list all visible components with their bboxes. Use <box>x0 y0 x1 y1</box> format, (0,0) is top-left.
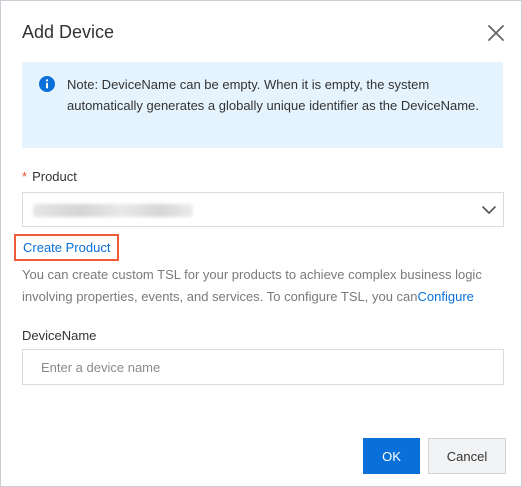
ok-button[interactable]: OK <box>363 438 420 474</box>
add-device-dialog: Add Device Note: DeviceName can be empty… <box>0 0 522 487</box>
configure-link[interactable]: Configure <box>418 289 474 304</box>
product-label: * Product <box>22 168 77 186</box>
cancel-button[interactable]: Cancel <box>428 438 506 474</box>
device-name-input[interactable] <box>22 349 504 385</box>
device-name-label: DeviceName <box>22 328 97 343</box>
notice-text: Note: DeviceName can be empty. When it i… <box>67 77 479 113</box>
tsl-description-text: You can create custom TSL for your produ… <box>22 267 482 304</box>
close-button[interactable] <box>481 18 511 48</box>
required-mark: * <box>22 169 28 184</box>
create-product-link[interactable]: Create Product <box>14 234 120 261</box>
product-label-text: Product <box>32 169 77 184</box>
product-select[interactable] <box>22 192 504 227</box>
chevron-down-icon <box>482 206 496 214</box>
tsl-description: You can create custom TSL for your produ… <box>22 264 506 308</box>
dialog-title: Add Device <box>22 22 115 42</box>
notice-banner: Note: DeviceName can be empty. When it i… <box>22 62 503 148</box>
close-icon <box>488 25 504 41</box>
product-selected-value <box>33 204 193 217</box>
info-icon <box>39 76 55 92</box>
